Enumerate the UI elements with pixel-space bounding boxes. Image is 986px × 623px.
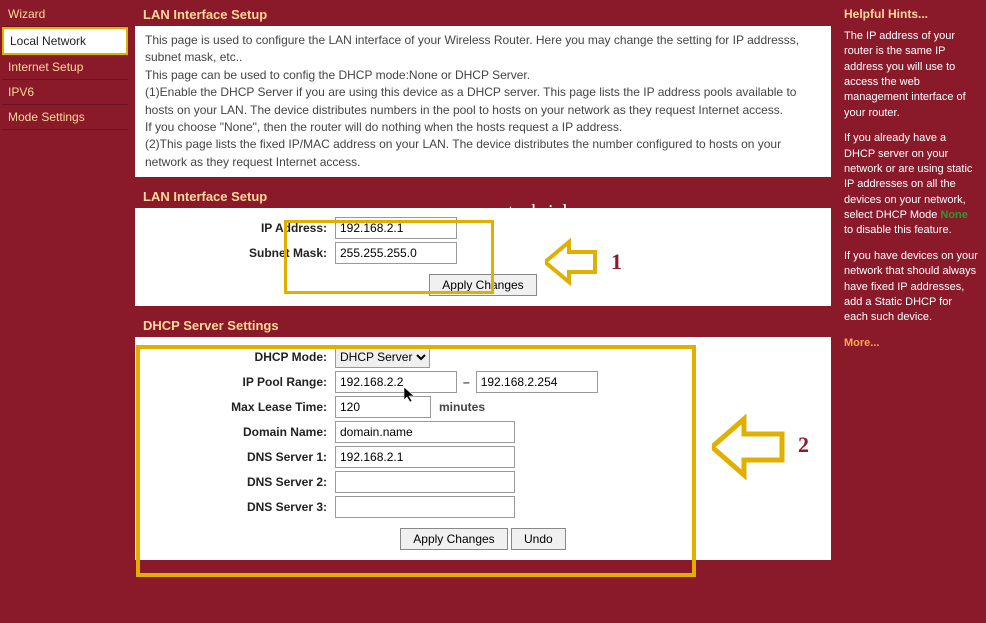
main-content: LAN Interface Setup This page is used to… bbox=[130, 0, 836, 623]
domain-name-label: Domain Name: bbox=[145, 425, 335, 439]
ip-pool-start-input[interactable] bbox=[335, 371, 457, 393]
hint-none-keyword: None bbox=[940, 209, 968, 221]
sidebar-item-ipv6[interactable]: IPV6 bbox=[2, 80, 128, 105]
intro-line: This page can be used to config the DHCP… bbox=[145, 67, 821, 84]
dhcp-settings-panel: DHCP Server Settings DHCP Mode: DHCP Ser… bbox=[134, 313, 832, 561]
hints-title: Helpful Hints... bbox=[844, 6, 978, 23]
sidebar-item-internet-setup[interactable]: Internet Setup bbox=[2, 55, 128, 80]
hint-paragraph: If you have devices on your network that… bbox=[844, 249, 978, 326]
intro-line: This page is used to configure the LAN i… bbox=[145, 32, 821, 67]
lan-setup-panel: LAN Interface Setup IP Address: Subnet M… bbox=[134, 184, 832, 307]
dns1-input[interactable] bbox=[335, 446, 515, 468]
subnet-mask-label: Subnet Mask: bbox=[145, 246, 335, 260]
intro-panel-title: LAN Interface Setup bbox=[135, 3, 831, 26]
dns2-input[interactable] bbox=[335, 471, 515, 493]
ip-pool-range-label: IP Pool Range: bbox=[145, 375, 335, 389]
more-link[interactable]: More... bbox=[844, 337, 879, 349]
sidebar-item-local-network[interactable]: Local Network bbox=[2, 27, 128, 55]
dns3-label: DNS Server 3: bbox=[145, 500, 335, 514]
lease-unit: minutes bbox=[439, 400, 485, 414]
helpful-hints-panel: Helpful Hints... The IP address of your … bbox=[836, 0, 986, 623]
apply-changes-button-dhcp[interactable]: Apply Changes bbox=[400, 528, 507, 550]
dns2-label: DNS Server 2: bbox=[145, 475, 335, 489]
dhcp-panel-title: DHCP Server Settings bbox=[135, 314, 831, 337]
dns3-input[interactable] bbox=[335, 496, 515, 518]
dns1-label: DNS Server 1: bbox=[145, 450, 335, 464]
max-lease-time-label: Max Lease Time: bbox=[145, 400, 335, 414]
hint-paragraph: If you already have a DHCP server on you… bbox=[844, 131, 978, 239]
sidebar-item-wizard[interactable]: Wizard bbox=[2, 2, 128, 27]
ip-address-input[interactable] bbox=[335, 217, 457, 239]
range-separator: – bbox=[463, 375, 470, 389]
undo-button[interactable]: Undo bbox=[511, 528, 566, 550]
intro-line: (1)Enable the DHCP Server if you are usi… bbox=[145, 84, 821, 119]
sidebar-item-mode-settings[interactable]: Mode Settings bbox=[2, 105, 128, 130]
dhcp-mode-select[interactable]: DHCP Server bbox=[335, 346, 430, 368]
intro-line: If you choose "None", then the router wi… bbox=[145, 119, 821, 136]
domain-name-input[interactable] bbox=[335, 421, 515, 443]
hint-paragraph: The IP address of your router is the sam… bbox=[844, 29, 978, 121]
ip-pool-end-input[interactable] bbox=[476, 371, 598, 393]
ip-address-label: IP Address: bbox=[145, 221, 335, 235]
left-nav: Wizard Local Network Internet Setup IPV6… bbox=[0, 0, 130, 623]
max-lease-time-input[interactable] bbox=[335, 396, 431, 418]
apply-changes-button-lan[interactable]: Apply Changes bbox=[429, 274, 536, 296]
dhcp-mode-label: DHCP Mode: bbox=[145, 350, 335, 364]
intro-line: (2)This page lists the fixed IP/MAC addr… bbox=[145, 136, 821, 171]
intro-panel: LAN Interface Setup This page is used to… bbox=[134, 2, 832, 178]
subnet-mask-input[interactable] bbox=[335, 242, 457, 264]
lan-panel-title: LAN Interface Setup bbox=[135, 185, 831, 208]
